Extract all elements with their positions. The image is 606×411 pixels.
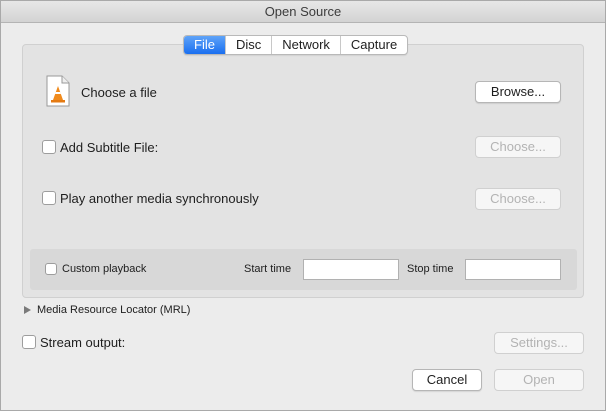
tab-file[interactable]: File	[184, 36, 226, 54]
subtitle-checkbox[interactable]	[42, 140, 56, 154]
tab-capture[interactable]: Capture	[341, 36, 407, 54]
stop-time-field[interactable]	[465, 259, 561, 280]
sync-media-label: Play another media synchronously	[60, 191, 259, 206]
custom-playback-checkbox[interactable]	[45, 263, 57, 275]
source-tabs: File Disc Network Capture	[183, 35, 409, 55]
window-title-bar[interactable]: Open Source	[0, 0, 606, 23]
disclosure-triangle-icon[interactable]	[24, 306, 31, 314]
start-time-field[interactable]	[303, 259, 399, 280]
tab-network[interactable]: Network	[272, 36, 341, 54]
subtitle-label: Add Subtitle File:	[60, 140, 159, 155]
cancel-button[interactable]: Cancel	[412, 369, 482, 391]
stop-time-label: Stop time	[407, 263, 454, 275]
subtitle-choose-button[interactable]: Choose...	[475, 136, 561, 158]
sync-media-choose-button[interactable]: Choose...	[475, 188, 561, 210]
mrl-label[interactable]: Media Resource Locator (MRL)	[37, 304, 190, 316]
custom-playback-label: Custom playback	[62, 263, 147, 275]
tab-disc[interactable]: Disc	[226, 36, 273, 54]
browse-button[interactable]: Browse...	[475, 81, 561, 103]
open-button[interactable]: Open	[494, 369, 584, 391]
start-time-label: Start time	[244, 263, 292, 275]
sync-media-checkbox[interactable]	[42, 191, 56, 205]
stream-settings-button[interactable]: Settings...	[494, 332, 584, 354]
stream-output-checkbox[interactable]	[22, 335, 36, 349]
stream-output-label: Stream output:	[40, 335, 126, 350]
choose-file-label: Choose a file	[81, 85, 157, 100]
window-title: Open Source	[264, 4, 342, 19]
vlc-cone-document-icon	[46, 75, 70, 107]
